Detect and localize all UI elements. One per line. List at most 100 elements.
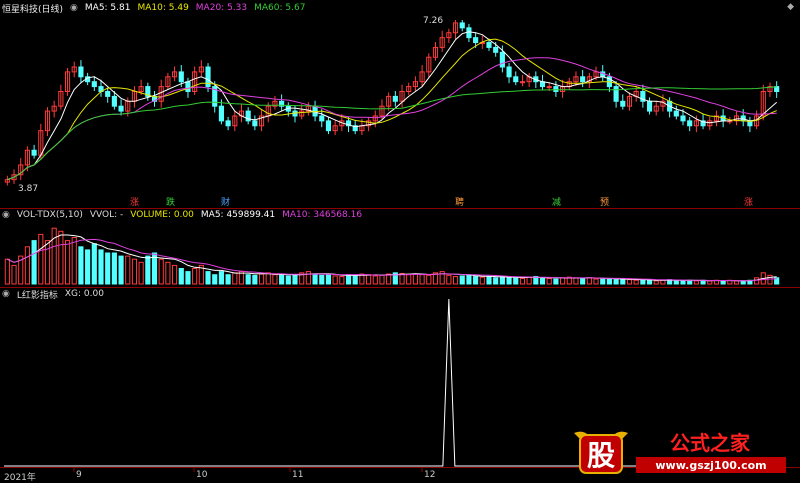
volume-bar [352, 274, 358, 285]
event-marker[interactable]: 聘 [455, 195, 464, 208]
volume-bar [252, 274, 258, 285]
volume-bar [626, 279, 633, 285]
volume-bar [71, 237, 77, 285]
volume-bar [325, 274, 332, 285]
candle[interactable] [513, 76, 519, 83]
candle[interactable] [620, 100, 626, 107]
volume-bar [519, 277, 526, 285]
volume-bar [633, 279, 639, 285]
volume-bar [526, 276, 532, 285]
volume-bar [660, 279, 666, 285]
candle[interactable] [111, 95, 117, 107]
volume-bar [285, 275, 291, 285]
volume-bar [272, 274, 278, 285]
volume-bar [687, 279, 693, 285]
candle[interactable] [680, 115, 686, 122]
candle[interactable] [613, 86, 619, 102]
volume-bar [379, 274, 385, 285]
volume-bar [51, 227, 57, 285]
volume-bar [580, 277, 586, 285]
volume-bar [118, 255, 124, 285]
event-marker[interactable]: 减 [552, 195, 561, 208]
candle[interactable] [519, 81, 526, 84]
indicator-name: L红影指标 [16, 290, 58, 301]
calendar-label: 12 [424, 470, 436, 480]
volume-bar [339, 276, 345, 285]
candle[interactable] [499, 51, 505, 68]
candle[interactable] [466, 27, 472, 39]
candle[interactable] [31, 149, 37, 156]
vol-indicator-name: VOL-TDX(5,10) [16, 210, 83, 220]
candle[interactable] [319, 115, 325, 122]
event-marker[interactable]: 跌 [166, 195, 175, 208]
volume-bar [138, 261, 144, 285]
candle[interactable] [392, 95, 398, 102]
volume-bar [24, 246, 30, 285]
volume-bar [479, 276, 485, 285]
volume-bar [693, 280, 699, 285]
volume-bar [279, 274, 285, 285]
volume-bar [38, 233, 44, 285]
candle[interactable] [473, 37, 479, 44]
event-marker[interactable]: 财 [221, 195, 230, 208]
volume-bar [319, 274, 325, 285]
volume-bar [560, 277, 566, 285]
stock-title: 恒星科技(日线) [2, 4, 64, 15]
volume-bar [205, 271, 211, 285]
volume-bar [740, 280, 746, 285]
candle[interactable] [218, 105, 224, 122]
candle[interactable] [673, 110, 679, 117]
volume-bar [131, 258, 138, 285]
calendar-label: 10 [196, 470, 208, 480]
candle[interactable] [105, 90, 111, 97]
candle[interactable] [78, 66, 84, 78]
volume-bar [165, 261, 171, 285]
collapse-icon[interactable]: ◆ [787, 2, 794, 12]
candle[interactable] [553, 86, 559, 92]
watermark: 股 公式之家 www.gszj100.com [574, 431, 786, 474]
candle[interactable] [580, 76, 586, 83]
volume-bar [466, 274, 472, 285]
chevron-down-icon[interactable]: ◉ [2, 210, 10, 220]
chevron-down-icon[interactable]: ◉ [70, 3, 78, 13]
chevron-down-icon[interactable]: ◉ [2, 289, 10, 299]
volume-bar [305, 271, 311, 285]
candle[interactable] [546, 86, 552, 89]
candle[interactable] [225, 120, 231, 127]
volume-bar [459, 275, 465, 285]
candle[interactable] [486, 42, 492, 48]
volume-bar [125, 255, 131, 285]
candle[interactable] [459, 22, 465, 29]
volume-bar [493, 277, 499, 285]
candle[interactable] [252, 120, 258, 127]
volume-bar [232, 272, 238, 285]
candle[interactable] [91, 81, 97, 88]
candle[interactable] [506, 66, 512, 78]
vvol-value: VVOL: - [89, 210, 124, 220]
volume-bar [78, 246, 84, 285]
watermark-logo: 股 [587, 439, 615, 472]
candle[interactable] [493, 46, 499, 53]
candle[interactable] [646, 100, 653, 112]
candle[interactable] [539, 81, 546, 88]
volume-bar [606, 278, 612, 285]
event-marker[interactable]: 涨 [744, 195, 753, 208]
volume-bar [539, 277, 546, 285]
volume-bar [218, 271, 224, 285]
volume-bar [345, 274, 352, 285]
candle[interactable] [325, 120, 332, 132]
candle[interactable] [178, 71, 184, 83]
volume-bar [473, 276, 479, 285]
candle[interactable] [118, 105, 124, 112]
event-marker[interactable]: 预 [600, 195, 609, 208]
low-price-label: 3.87 [18, 184, 39, 194]
volume-bar [406, 274, 412, 285]
vol-ma10-value: MA10: 346568.16 [282, 210, 363, 220]
volume-bar [372, 275, 378, 285]
volume-bar [265, 272, 271, 285]
event-marker[interactable]: 涨 [130, 195, 139, 208]
volume-bar [600, 277, 606, 285]
candle[interactable] [687, 120, 693, 127]
volume-bar [653, 280, 659, 285]
candle[interactable] [185, 81, 191, 92]
